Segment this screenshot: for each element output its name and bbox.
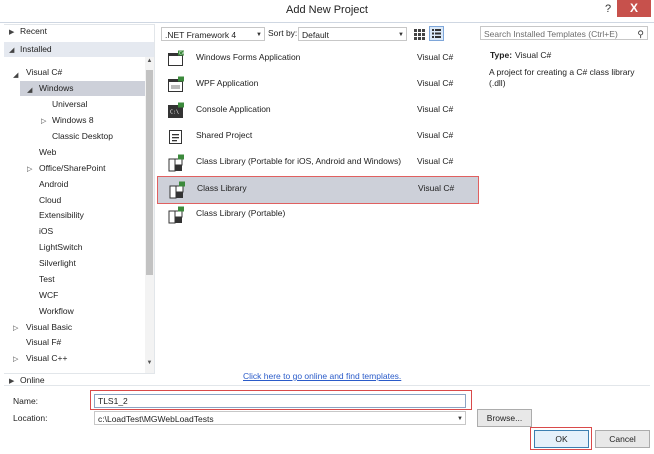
template-row[interactable]: Class Library (Portable for iOS, Android… (157, 150, 477, 176)
tree-item-installed[interactable]: Installed (20, 42, 52, 57)
list-view-icon[interactable] (429, 26, 444, 41)
template-list: C# Windows Forms Application Visual C# W… (157, 44, 479, 374)
template-row[interactable]: Shared Project Visual C# (157, 124, 477, 150)
template-name: Console Application (196, 104, 271, 114)
wpf-icon (167, 76, 185, 94)
template-name: Shared Project (196, 130, 253, 140)
svg-text:C:\: C:\ (170, 110, 179, 116)
tree-item-android[interactable]: Android (39, 177, 68, 192)
tree-scrollbar-thumb[interactable] (146, 70, 153, 275)
description-type-label: Type: (490, 50, 513, 60)
tree-item-test[interactable]: Test (39, 272, 55, 287)
collapse-arrow-icon[interactable]: ◢ (13, 71, 18, 79)
tree-item-windows8[interactable]: Windows 8 (52, 113, 94, 128)
tree-item-workflow[interactable]: Workflow (39, 304, 74, 319)
scroll-up-icon[interactable]: ▲ (145, 58, 154, 64)
location-dropdown[interactable]: c:\LoadTest\MGWebLoadTests ▼ (94, 411, 466, 425)
tree-item-office-sharepoint[interactable]: Office/SharePoint (39, 161, 105, 176)
window-title: Add New Project (286, 4, 368, 16)
grid-view-icon[interactable] (412, 27, 426, 41)
description-text: A project for creating a C# class librar… (489, 67, 635, 88)
expand-arrow-icon[interactable]: ▶ (9, 28, 14, 36)
template-name: Class Library (197, 183, 247, 193)
template-language: Visual C# (417, 52, 454, 62)
tree-item-online[interactable]: Online (20, 375, 45, 385)
search-icon: ⚲ (637, 29, 644, 39)
location-value: c:\LoadTest\MGWebLoadTests (98, 414, 214, 424)
template-row[interactable]: C:\ Console Application Visual C# (157, 98, 477, 124)
tree-item-extensibility[interactable]: Extensibility (39, 208, 84, 223)
sort-value: Default (302, 30, 329, 40)
tree-item-universal[interactable]: Universal (52, 97, 87, 112)
tree-item-silverlight[interactable]: Silverlight (39, 256, 76, 271)
template-row[interactable]: WPF Application Visual C# (157, 72, 477, 98)
class-library-portable-icon (167, 154, 185, 172)
name-field[interactable] (94, 394, 466, 408)
tree-item-windows[interactable]: Windows (39, 81, 73, 96)
tree-item-cloud[interactable]: Cloud (39, 193, 61, 208)
ok-button[interactable]: OK (534, 430, 589, 448)
framework-value: .NET Framework 4 (165, 30, 237, 40)
chevron-down-icon: ▼ (256, 32, 262, 38)
template-name: WPF Application (196, 78, 259, 88)
tree-item-recent[interactable]: Recent (20, 24, 47, 39)
chevron-down-icon: ▼ (457, 416, 463, 422)
divider (4, 385, 650, 386)
name-label: Name: (13, 396, 39, 406)
windows-forms-icon: C# (167, 50, 186, 68)
template-language: Visual C# (417, 104, 454, 114)
expand-arrow-icon[interactable]: ▷ (13, 324, 18, 332)
search-templates-input[interactable]: Search Installed Templates (Ctrl+E) ⚲ (480, 26, 648, 40)
help-button[interactable]: ? (600, 1, 616, 17)
framework-dropdown[interactable]: .NET Framework 4 ▼ (161, 27, 265, 41)
console-icon: C:\ (167, 102, 185, 120)
template-name: Class Library (Portable for iOS, Android… (196, 156, 402, 166)
template-name: Class Library (Portable) (196, 208, 286, 218)
expand-arrow-icon[interactable]: ▷ (27, 165, 32, 173)
shared-project-icon (167, 128, 185, 146)
tree-item-lightswitch[interactable]: LightSwitch (39, 240, 82, 255)
tree-item-visual-csharp[interactable]: Visual C# (26, 65, 62, 80)
template-name: Windows Forms Application (196, 52, 301, 62)
online-templates-link[interactable]: Click here to go online and find templat… (243, 371, 401, 381)
tree-item-web[interactable]: Web (39, 145, 56, 160)
sort-label: Sort by: (268, 28, 298, 38)
expand-arrow-icon[interactable]: ▷ (41, 117, 46, 125)
location-label: Location: (13, 413, 48, 423)
collapse-arrow-icon[interactable]: ◢ (27, 86, 32, 94)
tree-item-wcf[interactable]: WCF (39, 288, 58, 303)
sort-dropdown[interactable]: Default ▼ (298, 27, 407, 41)
cancel-button[interactable]: Cancel (595, 430, 650, 448)
template-language: Visual C# (417, 130, 454, 140)
tree-item-visual-basic[interactable]: Visual Basic (26, 320, 72, 335)
svg-text:C#: C# (179, 51, 185, 56)
collapse-arrow-icon[interactable]: ◢ (9, 46, 14, 54)
class-library-icon (168, 181, 186, 199)
template-language: Visual C# (418, 183, 455, 193)
template-row-selected[interactable]: Class Library Visual C# (157, 176, 479, 204)
template-row[interactable]: Class Library (Portable) (157, 202, 477, 228)
class-library-icon (167, 206, 185, 224)
chevron-down-icon: ▼ (398, 32, 404, 38)
tree-item-classic-desktop[interactable]: Classic Desktop (52, 129, 113, 144)
tree-item-visual-fsharp[interactable]: Visual F# (26, 335, 61, 350)
expand-arrow-icon[interactable]: ▶ (9, 377, 14, 385)
template-language: Visual C# (417, 156, 454, 166)
template-language: Visual C# (417, 78, 454, 88)
expand-arrow-icon[interactable]: ▷ (13, 355, 18, 363)
browse-button[interactable]: Browse... (477, 409, 532, 427)
scroll-down-icon[interactable]: ▼ (145, 360, 154, 366)
tree-item-ios[interactable]: iOS (39, 224, 53, 239)
tree-item-visual-cpp[interactable]: Visual C++ (26, 351, 67, 366)
description-type-value: Visual C# (515, 50, 552, 60)
close-button[interactable]: X (617, 0, 651, 17)
template-row[interactable]: C# Windows Forms Application Visual C# (157, 46, 477, 72)
search-placeholder: Search Installed Templates (Ctrl+E) (484, 29, 618, 39)
